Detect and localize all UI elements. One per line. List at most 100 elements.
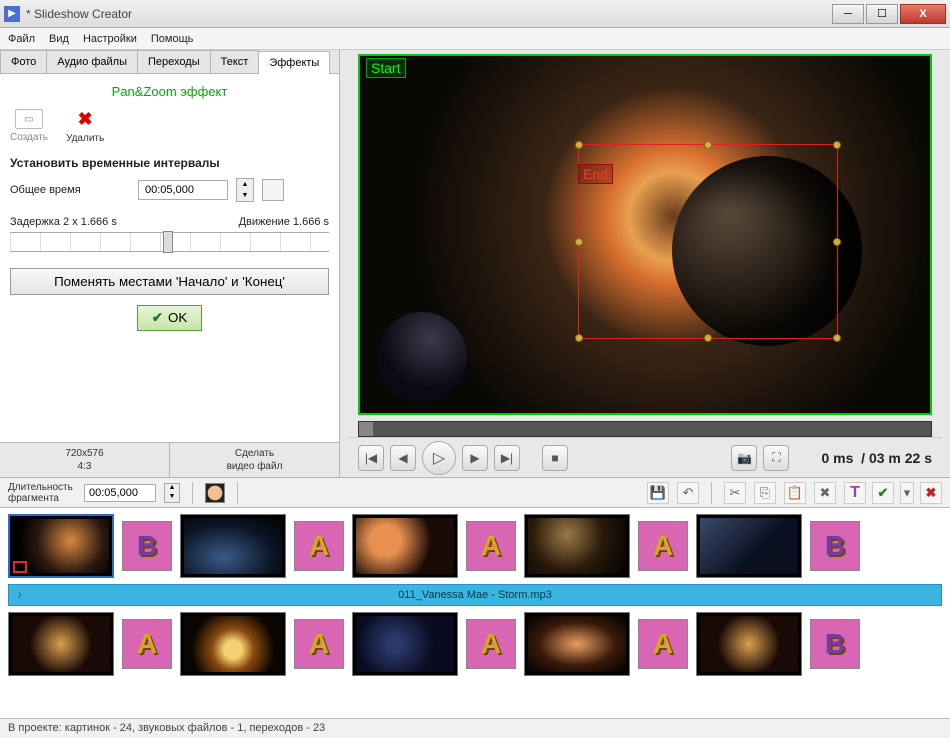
- undo-button[interactable]: ↶: [677, 482, 699, 504]
- menu-view[interactable]: Вид: [49, 33, 69, 45]
- undo-icon: ↶: [683, 485, 694, 501]
- resize-handle[interactable]: [704, 334, 712, 342]
- delay-label: Задержка 2 x 1.666 s: [10, 216, 117, 228]
- transition-clip[interactable]: B: [810, 521, 860, 571]
- maximize-button[interactable]: ☐: [866, 4, 898, 24]
- goto-end-button[interactable]: ▶|: [494, 445, 520, 471]
- clip[interactable]: [696, 612, 802, 676]
- cut-button[interactable]: ✂: [724, 482, 746, 504]
- panel-tabs: Фото Аудио файлы Переходы Текст Эффекты: [0, 50, 339, 74]
- transition-clip[interactable]: A: [638, 619, 688, 669]
- motion-label: Движение 1.666 s: [239, 216, 329, 228]
- goto-start-button[interactable]: |◀: [358, 445, 384, 471]
- tab-effects[interactable]: Эффекты: [258, 51, 330, 74]
- copy-button[interactable]: ⎘: [754, 482, 776, 504]
- end-marker[interactable]: End: [578, 164, 613, 184]
- clip[interactable]: [524, 514, 630, 578]
- save-button[interactable]: 💾: [647, 482, 669, 504]
- total-time-label: Общее время: [10, 184, 130, 196]
- clip[interactable]: [180, 514, 286, 578]
- create-effect-button[interactable]: ▭ Создать: [10, 109, 48, 144]
- save-icon: 💾: [650, 485, 666, 501]
- resolution-button[interactable]: 720x5764:3: [0, 443, 170, 477]
- x-icon: ✖: [820, 485, 831, 501]
- effect-marker-icon: [13, 561, 27, 573]
- menu-help[interactable]: Помощь: [151, 33, 194, 45]
- prev-frame-button[interactable]: ◀: [390, 445, 416, 471]
- play-button[interactable]: ▷: [422, 441, 456, 475]
- apply-button[interactable]: ✔: [872, 482, 894, 504]
- next-frame-button[interactable]: ▶: [462, 445, 488, 471]
- planet2-graphic: [377, 312, 467, 402]
- resize-handle[interactable]: [833, 334, 841, 342]
- transition-clip[interactable]: B: [810, 619, 860, 669]
- cancel-button[interactable]: ✖: [920, 482, 942, 504]
- timeline-toolbar: Длительность фрагмента ▲▼ 💾 ↶ ✂ ⎘ 📋 ✖ T …: [0, 478, 950, 508]
- expand-icon: ⛶: [772, 450, 780, 465]
- clip[interactable]: [696, 514, 802, 578]
- delete-effect-button[interactable]: ✖ Удалить: [66, 109, 104, 144]
- resize-handle[interactable]: [575, 238, 583, 246]
- total-time-spinner[interactable]: ▲▼: [236, 178, 254, 202]
- tab-transitions[interactable]: Переходы: [137, 50, 211, 73]
- clip[interactable]: [8, 612, 114, 676]
- transition-clip[interactable]: A: [294, 521, 344, 571]
- stop-button[interactable]: ■: [542, 445, 568, 471]
- effects-panel: Фото Аудио файлы Переходы Текст Эффекты …: [0, 50, 340, 477]
- resize-handle[interactable]: [575, 141, 583, 149]
- audio-clip[interactable]: 011_Vanessa Mae - Storm.mp3: [8, 584, 942, 606]
- preview-area: Start End |◀ ◀ ▷ ▶ ▶| ■ 📷 ⛶: [340, 50, 950, 477]
- total-time-input[interactable]: [138, 180, 228, 200]
- paste-button[interactable]: 📋: [784, 482, 806, 504]
- tab-photo[interactable]: Фото: [0, 50, 47, 73]
- fragment-duration-input[interactable]: [84, 484, 156, 502]
- status-bar: В проекте: картинок - 24, звуковых файло…: [0, 718, 950, 738]
- tab-text[interactable]: Текст: [210, 50, 260, 73]
- resize-handle[interactable]: [833, 238, 841, 246]
- fullscreen-button[interactable]: ⛶: [763, 445, 789, 471]
- transition-clip[interactable]: A: [466, 521, 516, 571]
- app-icon: ▶: [4, 6, 20, 22]
- preview-canvas[interactable]: Start End: [358, 54, 932, 415]
- copy-icon: ⎘: [760, 485, 770, 501]
- clip[interactable]: [352, 514, 458, 578]
- minimize-button[interactable]: ─: [832, 4, 864, 24]
- menu-settings[interactable]: Настройки: [83, 33, 137, 45]
- transition-clip[interactable]: A: [122, 619, 172, 669]
- transition-clip[interactable]: A: [294, 619, 344, 669]
- paste-icon: 📋: [787, 485, 803, 501]
- tab-audio[interactable]: Аудио файлы: [46, 50, 138, 73]
- clip[interactable]: [524, 612, 630, 676]
- link-button[interactable]: [262, 179, 284, 201]
- title-bar: ▶ * Slideshow Creator ─ ☐ X: [0, 0, 950, 28]
- clip[interactable]: [180, 612, 286, 676]
- swap-start-end-button[interactable]: Поменять местами 'Начало' и 'Конец': [10, 268, 329, 295]
- timing-slider[interactable]: [10, 232, 329, 252]
- resize-handle[interactable]: [575, 334, 583, 342]
- transition-clip[interactable]: A: [466, 619, 516, 669]
- snapshot-button[interactable]: 📷: [731, 445, 757, 471]
- ok-button[interactable]: OK: [137, 305, 202, 331]
- clip[interactable]: [8, 514, 114, 578]
- menu-file[interactable]: Файл: [8, 33, 35, 45]
- text-tool-button[interactable]: T: [844, 482, 866, 504]
- apply-dropdown[interactable]: ▾: [900, 482, 914, 504]
- scissors-icon: ✂: [730, 485, 741, 501]
- make-video-button[interactable]: Сделатьвидео файл: [170, 443, 339, 477]
- transition-clip[interactable]: B: [122, 521, 172, 571]
- close-button[interactable]: X: [900, 4, 946, 24]
- resize-handle[interactable]: [833, 141, 841, 149]
- delete-clip-button[interactable]: ✖: [814, 482, 836, 504]
- timeline[interactable]: B A A A B 011_Vanessa Mae - Storm.mp3 A …: [0, 508, 950, 718]
- start-marker[interactable]: Start: [366, 58, 406, 78]
- end-frame[interactable]: [578, 144, 838, 339]
- transition-clip[interactable]: A: [638, 521, 688, 571]
- video-track-2: A A A A B: [8, 612, 942, 676]
- scrub-bar[interactable]: [358, 421, 932, 437]
- face-detect-button[interactable]: [205, 483, 225, 503]
- resize-handle[interactable]: [704, 141, 712, 149]
- slider-thumb[interactable]: [163, 231, 173, 253]
- clip[interactable]: [352, 612, 458, 676]
- duration-spinner[interactable]: ▲▼: [164, 483, 180, 503]
- rectangle-icon: ▭: [15, 109, 43, 129]
